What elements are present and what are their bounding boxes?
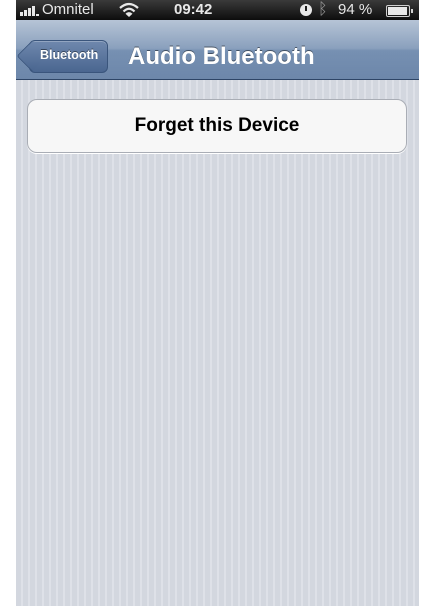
phone-screen: Omnitel 09:42 ᛒ 94 % Bluetooth Audio Blu… — [16, 0, 419, 606]
battery-level-fill — [388, 7, 407, 15]
battery-icon — [386, 5, 413, 17]
content-area: Forget this Device — [16, 80, 419, 606]
wifi-icon — [119, 2, 139, 17]
bluetooth-icon: ᛒ — [318, 1, 328, 18]
signal-icon — [20, 4, 40, 16]
back-button-label: Bluetooth — [40, 48, 99, 62]
battery-percent: 94 % — [338, 1, 373, 18]
forget-device-button[interactable]: Forget this Device — [27, 99, 407, 153]
navigation-bar: Bluetooth Audio Bluetooth — [16, 20, 419, 80]
carrier-name: Omnitel — [42, 1, 94, 18]
lock-rotation-icon — [300, 4, 312, 16]
page-title: Audio Bluetooth — [128, 43, 315, 70]
status-bar: Omnitel 09:42 ᛒ 94 % — [16, 0, 419, 20]
clock: 09:42 — [174, 1, 213, 18]
back-button[interactable]: Bluetooth — [16, 40, 109, 73]
